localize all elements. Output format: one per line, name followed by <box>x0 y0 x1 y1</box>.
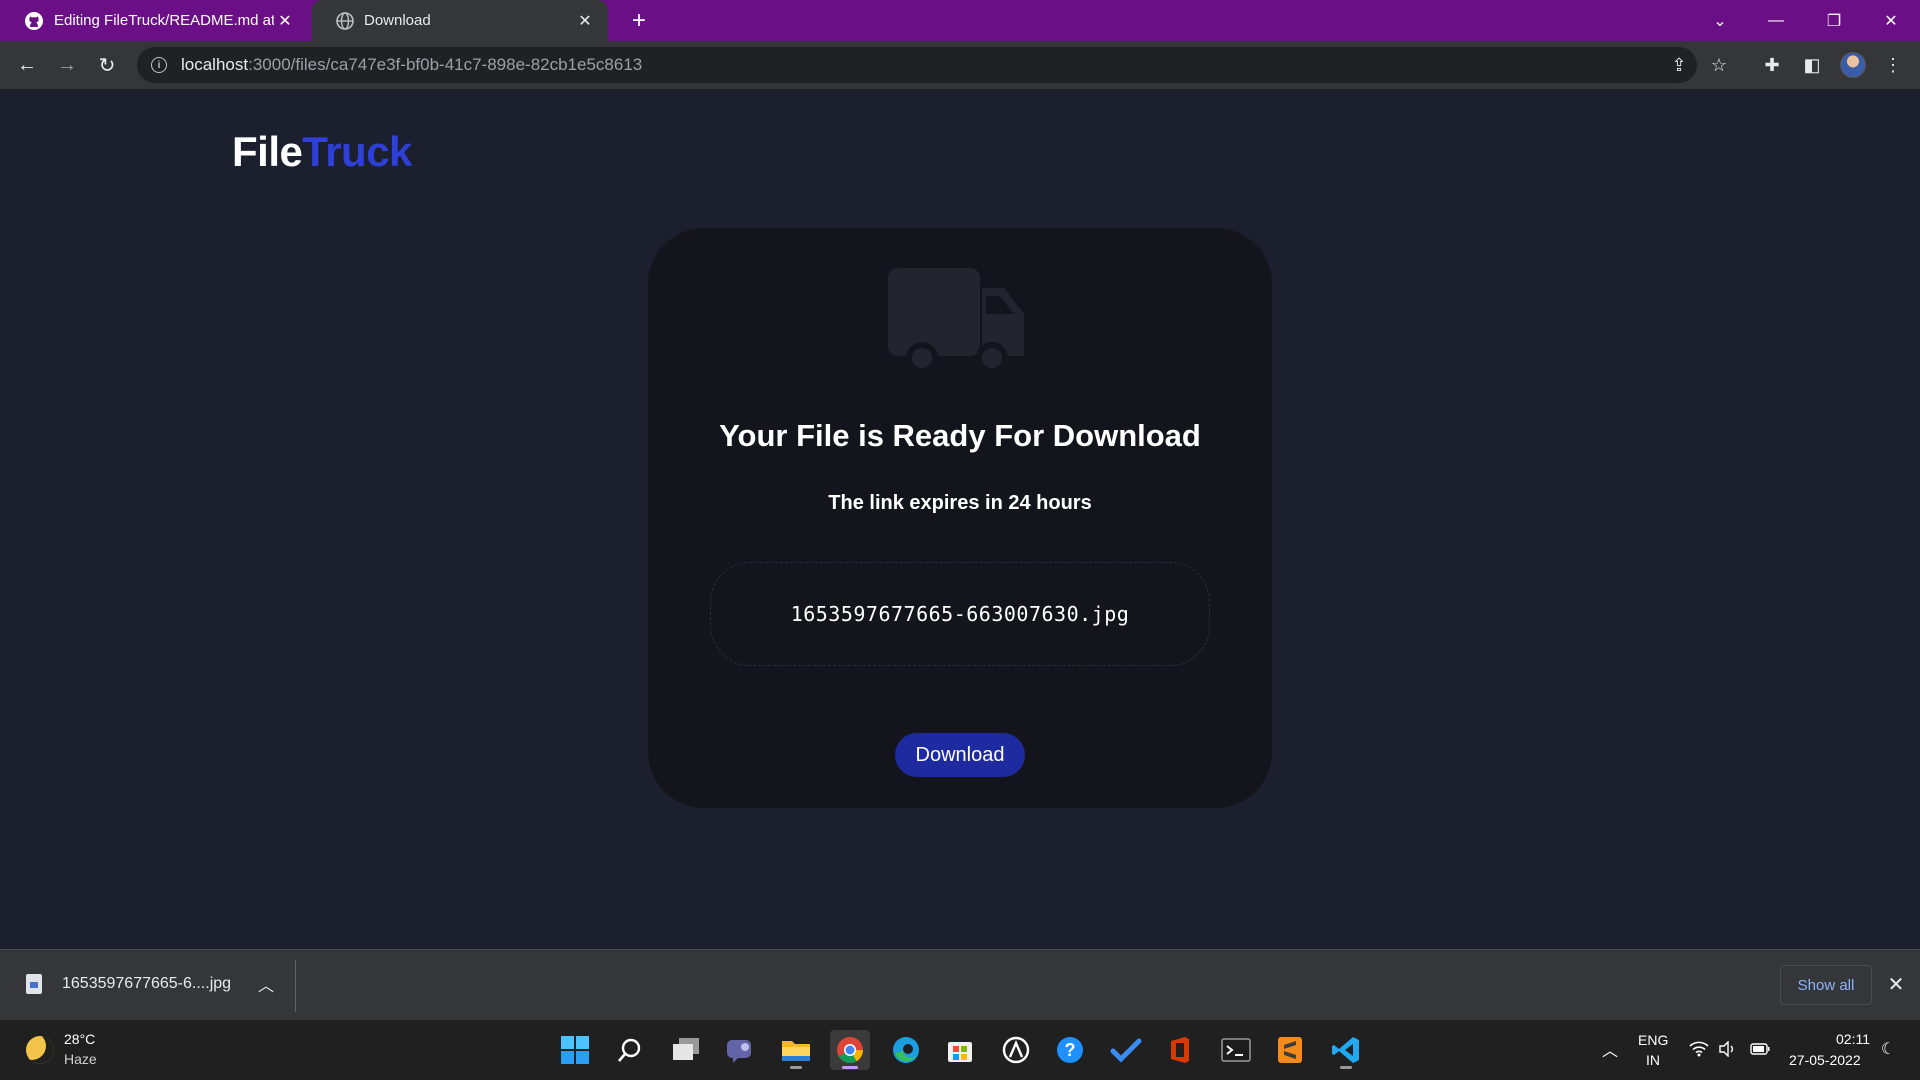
url-text[interactable]: localhost:3000/files/ca747e3f-bf0b-41c7-… <box>181 55 642 75</box>
reload-icon[interactable]: ↻ <box>91 49 123 81</box>
file-icon <box>26 974 42 994</box>
app-icon[interactable] <box>996 1030 1036 1070</box>
page-content: FileTruck Your File is Ready For Downloa… <box>0 90 1920 949</box>
filetruck-logo[interactable]: FileTruck <box>232 128 412 176</box>
download-shelf: 1653597677665-6....jpg ︿ Show all ✕ <box>0 949 1920 1020</box>
chrome-icon[interactable] <box>830 1030 870 1070</box>
teams-chat-icon[interactable] <box>720 1030 760 1070</box>
tab-close-icon[interactable]: ✕ <box>574 10 596 32</box>
search-icon[interactable] <box>610 1030 650 1070</box>
globe-icon <box>336 11 354 30</box>
tab-close-icon[interactable]: ✕ <box>274 10 296 32</box>
sublime-text-icon[interactable] <box>1270 1030 1310 1070</box>
windows-taskbar: 28°C Haze ? ︿ ENG IN 02:11 27-05-2022 ☾ <box>0 1020 1920 1080</box>
office-icon[interactable] <box>1160 1030 1200 1070</box>
github-icon <box>25 11 43 30</box>
tab-download[interactable]: Download ✕ <box>312 0 608 41</box>
show-all-button[interactable]: Show all <box>1780 965 1872 1005</box>
shelf-close-icon[interactable]: ✕ <box>1884 972 1908 996</box>
weather-temperature[interactable]: 28°C <box>64 1031 95 1047</box>
terminal-icon[interactable] <box>1216 1030 1256 1070</box>
side-panel-icon[interactable]: ◧ <box>1800 53 1824 77</box>
tab-search-chevron-icon[interactable]: ⌄ <box>1692 0 1748 41</box>
language-indicator[interactable]: ENG <box>1638 1032 1668 1048</box>
back-arrow-icon[interactable]: ← <box>11 49 43 81</box>
focus-moon-icon[interactable]: ☾ <box>1877 1038 1899 1060</box>
address-bar[interactable]: i localhost:3000/files/ca747e3f-bf0b-41c… <box>137 47 1727 83</box>
region-indicator[interactable]: IN <box>1646 1052 1660 1068</box>
filename-box: 1653597677665-663007630.jpg <box>710 562 1210 666</box>
download-button[interactable]: Download <box>895 733 1025 777</box>
truck-icon <box>888 268 1024 374</box>
shelf-divider <box>295 960 296 1012</box>
moon-weather-icon[interactable] <box>26 1036 54 1064</box>
download-card: Your File is Ready For Download The link… <box>648 228 1272 808</box>
downloaded-file-name[interactable]: 1653597677665-6....jpg <box>62 975 231 993</box>
share-icon[interactable]: ⇪ <box>1669 55 1689 75</box>
browser-tab-strip: Editing FileTruck/README.md at ✕ Downloa… <box>0 0 1920 41</box>
weather-description[interactable]: Haze <box>64 1051 97 1067</box>
profile-avatar[interactable] <box>1840 52 1866 78</box>
chevron-up-icon[interactable]: ︿ <box>256 972 276 996</box>
start-icon[interactable] <box>555 1030 595 1070</box>
file-explorer-icon[interactable] <box>776 1030 816 1070</box>
get-help-icon[interactable]: ? <box>1050 1030 1090 1070</box>
vscode-icon[interactable] <box>1326 1030 1366 1070</box>
menu-kebab-icon[interactable]: ⋮ <box>1881 53 1905 77</box>
restore-icon[interactable]: ❐ <box>1806 0 1862 41</box>
expiry-note: The link expires in 24 hours <box>828 492 1092 514</box>
volume-icon[interactable] <box>1716 1038 1738 1060</box>
microsoft-store-icon[interactable] <box>940 1030 980 1070</box>
tab-title: Editing FileTruck/README.md at <box>54 12 274 29</box>
close-window-icon[interactable]: ✕ <box>1863 0 1919 41</box>
site-info-icon[interactable]: i <box>151 57 167 73</box>
running-indicator <box>790 1066 802 1069</box>
forward-arrow-icon[interactable]: → <box>51 49 83 81</box>
clock-time[interactable]: 02:11 <box>1836 1031 1870 1047</box>
filename-text: 1653597677665-663007630.jpg <box>790 602 1130 626</box>
ready-heading: Your File is Ready For Download <box>719 418 1201 453</box>
task-view-icon[interactable] <box>666 1030 706 1070</box>
running-indicator <box>842 1066 858 1069</box>
new-tab-button[interactable]: + <box>624 6 654 36</box>
svg-text:?: ? <box>1065 1040 1076 1060</box>
minimize-icon[interactable]: — <box>1748 0 1804 41</box>
tab-title: Download <box>364 12 431 29</box>
bookmark-star-icon[interactable]: ☆ <box>1709 55 1729 75</box>
chevron-up-icon[interactable]: ︿ <box>1599 1038 1621 1060</box>
extensions-puzzle-icon[interactable]: ✚ <box>1760 53 1784 77</box>
browser-toolbar: ← → ↻ i localhost:3000/files/ca747e3f-bf… <box>0 41 1920 90</box>
tab-editing-readme[interactable]: Editing FileTruck/README.md at ✕ <box>0 0 308 41</box>
edge-icon[interactable] <box>886 1030 926 1070</box>
battery-icon[interactable] <box>1749 1038 1771 1060</box>
running-indicator <box>1340 1066 1352 1069</box>
clock-date[interactable]: 27-05-2022 <box>1789 1052 1861 1068</box>
wifi-icon[interactable] <box>1688 1038 1710 1060</box>
todo-icon[interactable] <box>1106 1030 1146 1070</box>
